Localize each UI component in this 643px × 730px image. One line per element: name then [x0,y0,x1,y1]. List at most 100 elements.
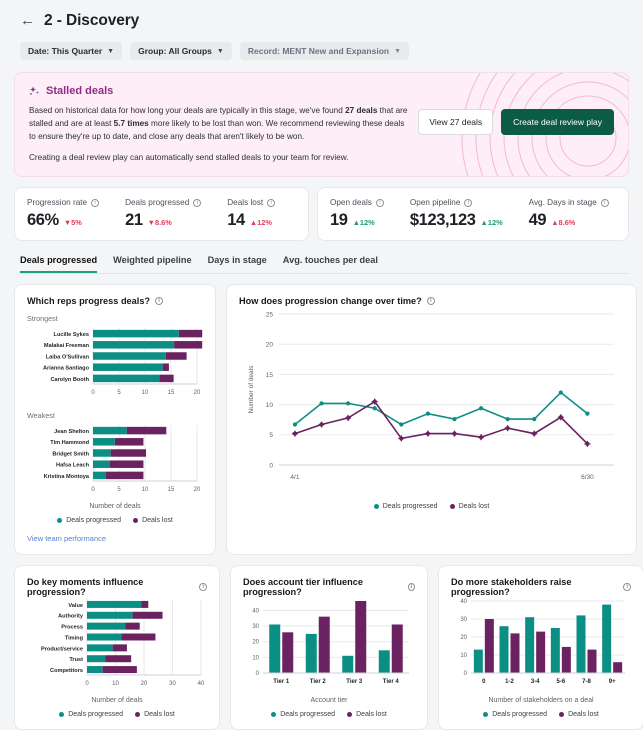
svg-text:10: 10 [266,402,274,409]
svg-text:3-4: 3-4 [531,679,540,685]
page-title: 2 - Discovery [44,12,140,29]
svg-text:20: 20 [141,681,148,687]
kpi-value: 49 [528,211,547,229]
card-title-text: How does progression change over time? [239,296,422,306]
svg-text:40: 40 [252,608,259,614]
legend-label-progressed: Deals progressed [66,517,122,524]
filter-group[interactable]: Group: All Groups ▼ [130,42,232,60]
legend-label-lost: Deals lost [356,711,387,718]
legend-item-lost: Deals lost [135,711,175,718]
banner-title: Stalled deals [46,85,114,97]
filter-date[interactable]: Date: This Quarter ▼ [20,42,123,60]
legend-dot-progressed [483,712,489,717]
info-icon[interactable]: i [464,198,473,207]
svg-text:Laiba O'Sullivan: Laiba O'Sullivan [46,354,90,360]
weakest-label: Weakest [27,411,55,420]
chart-stakeholders: 0 10 20 30 40 0 1-2 3-4 5-6 7-8 9+ [460,599,625,685]
filter-date-label: Date: This Quarter [28,46,103,56]
svg-text:10: 10 [142,390,149,396]
info-icon[interactable]: i [199,583,207,591]
card-progression-over-time: How does progression change over time? i … [226,284,637,555]
chevron-down-icon: ▼ [394,47,402,55]
kpi-avg-days-in-stage: Avg. Days in stage i 49 ▲8.6% [529,198,609,230]
svg-text:Lucille Sykes: Lucille Sykes [54,332,89,338]
svg-text:Jean Shelton: Jean Shelton [54,429,89,435]
legend-label-lost: Deals lost [458,503,490,510]
view-deals-button[interactable]: View 27 deals [418,109,494,135]
legend-label-lost: Deals lost [144,711,175,718]
svg-text:0: 0 [85,681,89,687]
kpi-delta: ▲8.6% [551,218,576,227]
svg-text:Tim Hammond: Tim Hammond [50,440,89,446]
svg-text:0: 0 [482,679,486,685]
chart-reps-strongest: 0 5 10 15 20 Lucille Sykes Malakai Freeman Laib… [43,328,203,396]
svg-text:40: 40 [198,681,205,687]
svg-text:10: 10 [252,655,259,661]
card-title-text: Do key moments influence progression? [27,577,144,597]
svg-text:20: 20 [194,390,201,396]
sparkle-icon [29,86,39,95]
info-icon[interactable]: i [91,198,100,207]
banner-p1-pre: Based on historical data for how long yo… [29,106,346,115]
kpi-label-text: Open pipeline [409,198,461,207]
legend-item-progressed: Deals progressed [271,711,335,718]
legend-line: Deals progressed Deals lost [239,503,624,510]
filter-record[interactable]: Record: MENT New and Expansion ▼ [239,42,410,60]
legend-moments: Deals progressed Deals lost [27,711,207,718]
legend-stake: Deals progressed Deals lost [451,711,631,718]
svg-text:Malakai Freeman: Malakai Freeman [44,343,90,349]
info-icon[interactable]: i [375,198,384,207]
info-icon[interactable]: i [193,198,202,207]
svg-text:Number of deals: Number of deals [248,365,255,413]
kpi-deals-lost: Deals lost i 14 ▲12% [227,198,276,230]
kpi-label-text: Open deals [330,198,372,207]
svg-text:7-8: 7-8 [582,679,591,685]
svg-text:9+: 9+ [609,679,616,685]
kpi-value: 66% [27,211,59,229]
svg-text:5-6: 5-6 [556,679,565,685]
kpi-label-text: Deals progressed [125,198,190,207]
legend-item-progressed: Deals progressed [483,711,547,718]
svg-text:15: 15 [168,390,175,396]
info-icon[interactable]: i [267,198,276,207]
kpi-delta: ▼5% [63,218,82,227]
legend-item-lost: Deals lost [347,711,387,718]
view-team-performance-link[interactable]: View team performance [27,534,203,543]
info-icon[interactable]: i [600,198,609,207]
card-account-tier: Does account tier influence progression?… [230,565,428,730]
svg-text:Carolyn Booth: Carolyn Booth [50,377,89,383]
kpi-card-secondary: Open deals i 19 ▲12% Open pipeline i $123,1… [317,187,629,241]
card-title-text: Which reps progress deals? [27,296,151,306]
svg-text:25: 25 [266,311,274,318]
legend-item-progressed: Deals progressed [373,503,438,510]
svg-text:10: 10 [112,681,119,687]
legend-dot-lost [559,712,565,717]
svg-text:15: 15 [266,372,274,379]
info-icon[interactable]: i [155,297,164,305]
legend-dot-lost [135,712,141,717]
tab-days-in-stage[interactable]: Days in stage [208,255,267,273]
info-icon[interactable]: i [623,583,631,591]
banner-p1-bold-2: 5.7 times [113,119,149,128]
create-deal-review-play-button[interactable]: Create deal review play [501,109,614,135]
back-arrow-icon[interactable]: ← [20,13,35,28]
svg-text:Timing: Timing [65,635,84,641]
tab-deals-progressed[interactable]: Deals progressed [20,255,98,273]
stake-xaxis-title: Number of stakeholders on a deal [488,697,594,704]
info-icon[interactable]: i [426,297,435,305]
filter-record-label: Record: MENT New and Expansion [247,46,390,56]
svg-text:20: 20 [194,487,201,493]
chart-account-tier: 0 10 20 30 40 Tier 1 Tier 2 Tier 3 Tier 4 [252,601,409,685]
tab-avg-touches-per-deal[interactable]: Avg. touches per deal [283,255,378,273]
legend-item-progressed: Deals progressed [59,711,123,718]
filter-group-label: Group: All Groups [138,46,212,56]
filter-bar: Date: This Quarter ▼ Group: All Groups ▼… [20,42,623,60]
banner-paragraph-2: Creating a deal review play can automati… [29,153,349,162]
legend-label-progressed: Deals progressed [68,711,124,718]
svg-text:Authority: Authority [58,614,84,620]
info-icon[interactable]: i [407,583,415,591]
svg-text:20: 20 [266,342,274,349]
tab-weighted-pipeline[interactable]: Weighted pipeline [113,255,191,273]
kpi-delta: ▲12% [352,218,375,227]
kpi-value: 14 [227,211,245,229]
